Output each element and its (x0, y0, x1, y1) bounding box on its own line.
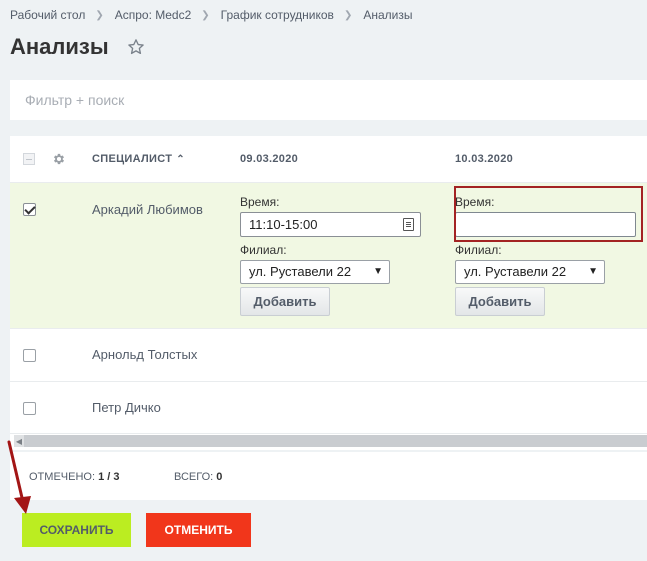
add-button[interactable]: Добавить (240, 287, 330, 316)
row-checkbox[interactable] (23, 203, 36, 216)
table-row[interactable]: Арнольд Толстых (10, 329, 647, 382)
table-row[interactable]: Аркадий Любимов Время: 11:10-15:00 Филиа… (10, 183, 647, 329)
filter-search-box (10, 80, 647, 120)
time-input[interactable]: 11:10-15:00 (240, 212, 421, 237)
gear-icon[interactable] (52, 152, 66, 166)
branch-select[interactable]: ул. Руставели 22 ▼ (240, 260, 390, 284)
star-icon[interactable] (127, 38, 145, 56)
selected-count-value: 1 / 3 (98, 471, 120, 483)
chevron-up-icon: ⌃ (176, 154, 185, 165)
schedule-cell-date1: Время: 11:10-15:00 Филиал: ул. Руставели… (240, 195, 421, 316)
breadcrumb-item-current: Анализы (363, 8, 413, 22)
time-label: Время: (240, 195, 280, 209)
selected-count: ОТМЕЧЕНО: 1 / 3 (29, 471, 119, 483)
specialist-name: Петр Дичко (92, 400, 161, 415)
add-button[interactable]: Добавить (455, 287, 545, 316)
column-header-specialist-label: СПЕЦИАЛИСТ (92, 153, 173, 165)
table-row[interactable]: Петр Дичко (10, 382, 647, 434)
row-checkbox[interactable] (23, 402, 36, 415)
triangle-down-icon: ▼ (373, 266, 383, 277)
save-button[interactable]: СОХРАНИТЬ (22, 513, 131, 547)
branch-label: Филиал: (240, 243, 287, 257)
page-title: Анализы (10, 34, 109, 59)
time-input-value: 11:10-15:00 (249, 217, 318, 232)
horizontal-scrollbar[interactable] (14, 435, 647, 447)
selected-count-label: ОТМЕЧЕНО: (29, 471, 95, 483)
chevron-right-icon: ❯ (95, 9, 104, 21)
specialist-name: Аркадий Любимов (92, 202, 203, 217)
specialist-name: Арнольд Толстых (92, 347, 198, 362)
select-all-checkbox[interactable] (23, 153, 35, 165)
breadcrumb: Рабочий стол ❯ Аспро: Medc2 ❯ График сот… (10, 6, 412, 24)
row-checkbox[interactable] (23, 349, 36, 362)
branch-select-value: ул. Руставели 22 (464, 264, 567, 279)
column-header-specialist[interactable]: СПЕЦИАЛИСТ ⌃ (92, 153, 185, 165)
column-header-date1[interactable]: 09.03.2020 (240, 153, 298, 165)
total-count-value: 0 (216, 471, 223, 483)
chevron-right-icon: ❯ (343, 9, 353, 21)
breadcrumb-item-desktop[interactable]: Рабочий стол (10, 8, 85, 22)
employee-grid: СПЕЦИАЛИСТ ⌃ 09.03.2020 10.03.2020 Аркади… (10, 136, 647, 450)
calendar-icon[interactable] (403, 218, 414, 231)
filter-search-input[interactable] (25, 80, 647, 120)
branch-select-value: ул. Руставели 22 (249, 264, 352, 279)
total-count-label: ВСЕГО: (174, 471, 214, 483)
grid-footer: ОТМЕЧЕНО: 1 / 3 ВСЕГО: 0 (10, 452, 647, 500)
breadcrumb-item-aspro[interactable]: Аспро: Medc2 (115, 8, 192, 22)
grid-header: СПЕЦИАЛИСТ ⌃ 09.03.2020 10.03.2020 (10, 136, 647, 183)
total-count: ВСЕГО: 0 (174, 471, 222, 483)
cancel-button[interactable]: ОТМЕНИТЬ (146, 513, 251, 547)
page-header: Анализы (10, 34, 145, 60)
triangle-down-icon: ▼ (588, 266, 598, 277)
highlight-annotation-box (454, 186, 643, 242)
branch-select[interactable]: ул. Руставели 22 ▼ (455, 260, 605, 284)
scroll-left-arrow-icon[interactable]: ◀ (14, 435, 24, 447)
column-header-date2[interactable]: 10.03.2020 (455, 153, 513, 165)
chevron-right-icon: ❯ (201, 9, 210, 21)
breadcrumb-item-schedule[interactable]: График сотрудников (221, 8, 334, 22)
branch-label: Филиал: (455, 243, 502, 257)
